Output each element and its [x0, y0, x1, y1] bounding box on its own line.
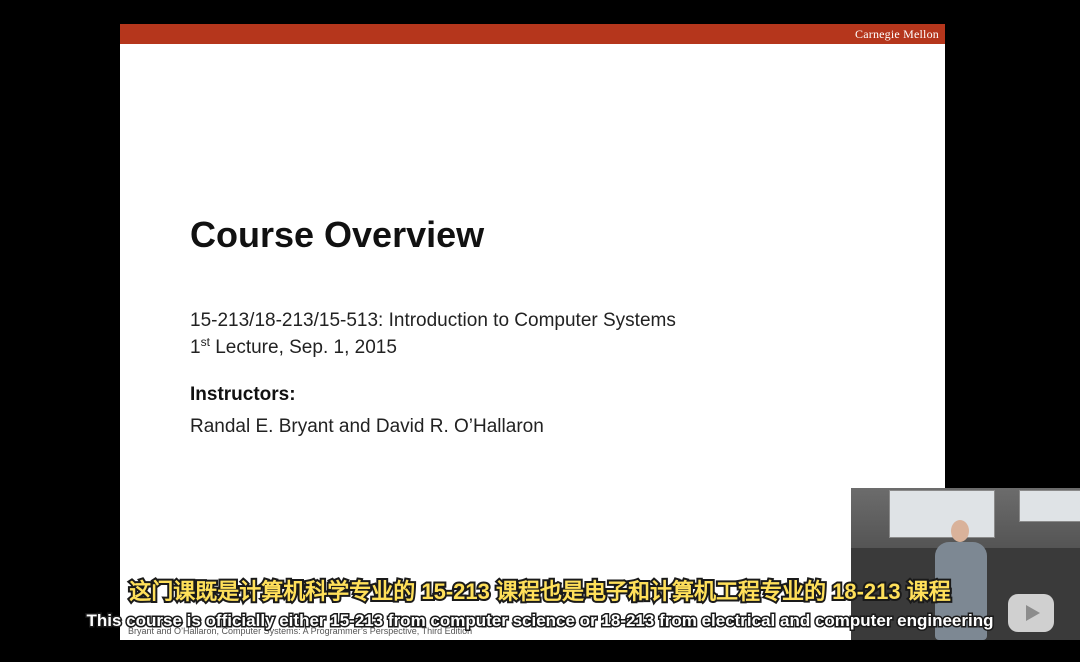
lecture-ordinal: st [200, 335, 210, 349]
subtitle-chinese: 这门课既是计算机科学专业的 15-213 课程也是电子和计算机工程专业的 18-… [127, 577, 952, 606]
course-code-line: 15-213/18-213/15-513: Introduction to Co… [190, 310, 676, 331]
slide-title: Course Overview [190, 214, 485, 255]
instructors-names: Randal E. Bryant and David R. O’Hallaron [190, 416, 544, 437]
university-brand: Carnegie Mellon [855, 27, 939, 41]
slide-header-bar: Carnegie Mellon [120, 24, 945, 44]
subtitle-english: This course is officially either 15-213 … [85, 610, 995, 632]
presenter-head [951, 520, 969, 542]
lecture-number: 1 [190, 337, 201, 358]
video-frame[interactable]: Carnegie Mellon Course Overview 15-213/1… [0, 0, 1080, 662]
projector-screen-left [889, 490, 995, 538]
lecture-date: Lecture, Sep. 1, 2015 [209, 337, 397, 358]
projector-screen-right [1019, 490, 1080, 522]
lecture-slide: Carnegie Mellon Course Overview 15-213/1… [120, 24, 945, 640]
instructors-heading: Instructors: [190, 384, 296, 405]
lecture-date-line: 1st Lecture, Sep. 1, 2015 [190, 335, 397, 359]
